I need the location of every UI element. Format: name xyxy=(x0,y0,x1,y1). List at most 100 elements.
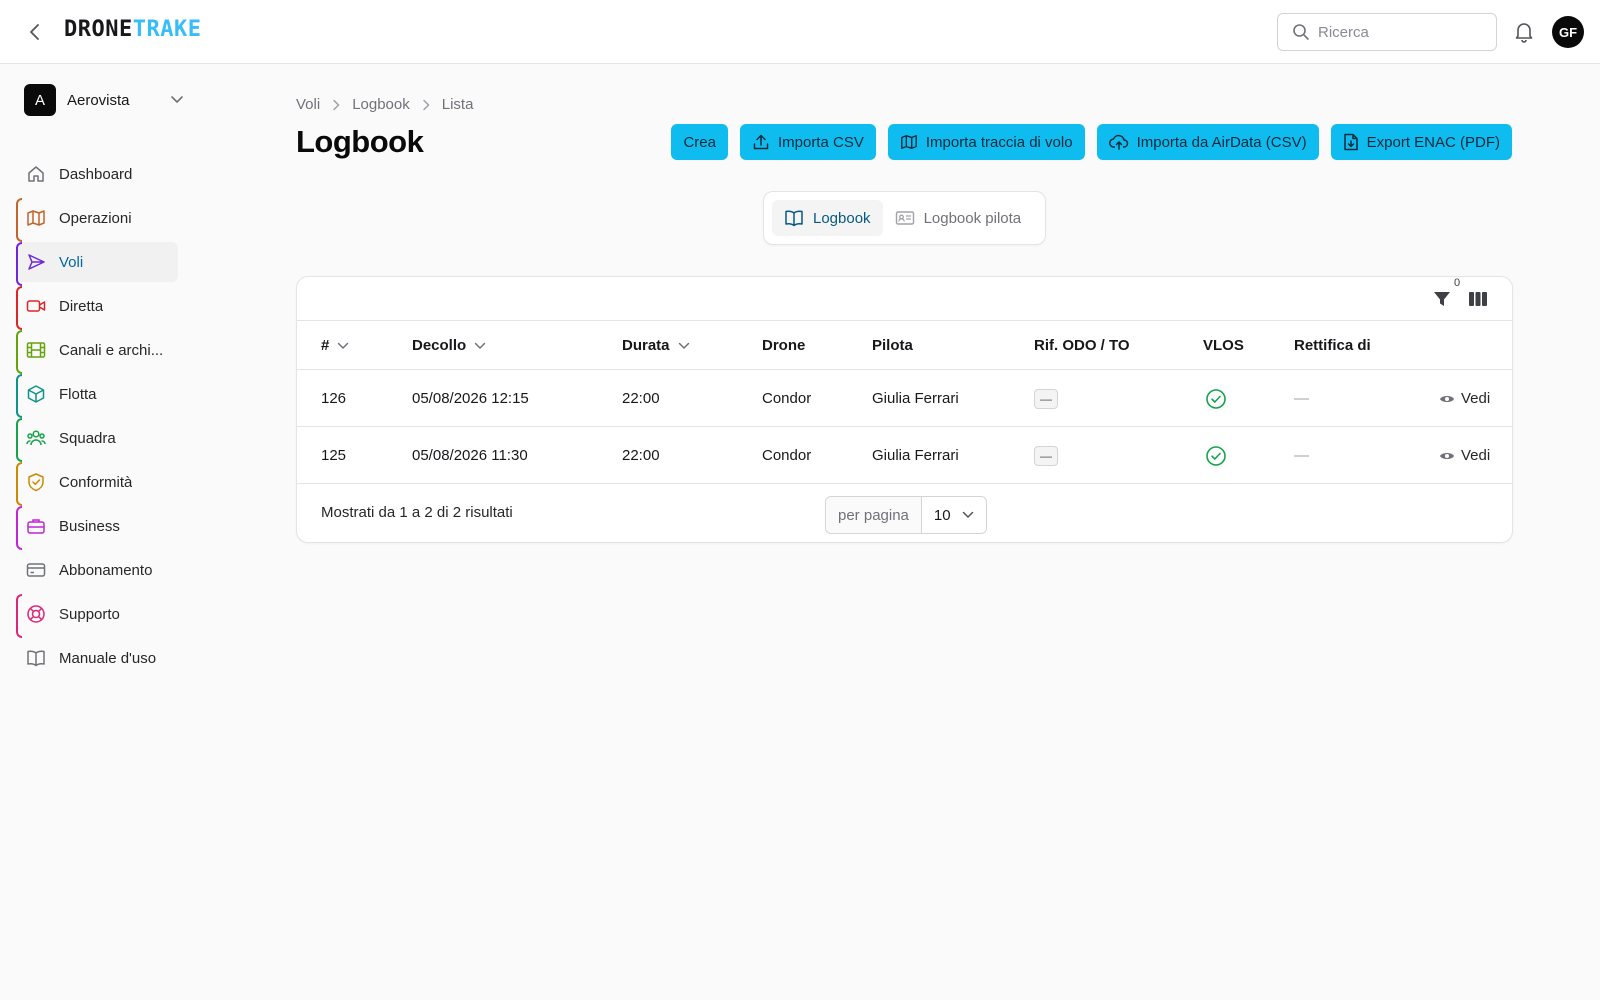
page-actions: Crea Importa CSV Importa traccia di volo… xyxy=(671,124,1512,160)
sidebar-item-label: Dashboard xyxy=(59,165,133,183)
home-icon xyxy=(26,164,46,184)
view-button[interactable]: Vedi xyxy=(1439,390,1490,407)
sidebar-item-label: Business xyxy=(59,517,120,535)
chevron-down-icon xyxy=(962,511,974,519)
column-header-id[interactable]: # xyxy=(321,321,349,370)
search-input[interactable] xyxy=(1318,23,1478,41)
sidebar-item-voli[interactable]: Voli xyxy=(16,242,178,286)
column-header-label: # xyxy=(321,337,330,354)
chevron-right-icon xyxy=(332,99,340,111)
video-icon xyxy=(26,296,46,316)
life-buoy-icon xyxy=(26,604,46,624)
upload-icon xyxy=(753,134,769,150)
sidebar-item-squadra[interactable]: Squadra xyxy=(16,418,178,462)
sidebar-nav: Dashboard Operazioni Voli Diretta Canali… xyxy=(16,154,178,682)
logbook-tabs: Logbook Logbook pilota xyxy=(763,191,1046,245)
breadcrumb-item-lista: Lista xyxy=(441,96,474,113)
sidebar-item-operazioni[interactable]: Operazioni xyxy=(16,198,178,242)
sidebar-item-label: Supporto xyxy=(59,605,120,623)
eye-icon xyxy=(1440,395,1454,402)
chevron-left-icon xyxy=(30,24,39,40)
view-button[interactable]: Vedi xyxy=(1439,447,1490,464)
table-row[interactable]: 125 05/08/2026 11:30 22:00 Condor Giulia… xyxy=(297,427,1512,484)
search-box[interactable] xyxy=(1277,13,1497,51)
column-header-drone: Drone xyxy=(762,337,806,354)
chevron-down-icon xyxy=(171,96,183,103)
view-button-label: Vedi xyxy=(1461,390,1491,407)
book-open-icon xyxy=(785,210,803,227)
id-card-icon xyxy=(895,211,914,225)
page-title: Logbook xyxy=(296,124,424,159)
eye-icon xyxy=(1440,452,1454,459)
chevron-down-icon xyxy=(338,342,349,349)
map-icon xyxy=(900,135,917,149)
film-icon xyxy=(26,340,46,360)
sidebar-item-label: Operazioni xyxy=(59,209,132,227)
columns-button[interactable] xyxy=(1468,287,1488,311)
credit-card-icon xyxy=(26,560,46,580)
sidebar-item-conformita[interactable]: Conformità xyxy=(16,462,178,506)
per-page-value: 10 xyxy=(933,506,951,524)
sidebar-item-canali[interactable]: Canali e archi... xyxy=(16,330,178,374)
sidebar-item-supporto[interactable]: Supporto xyxy=(16,594,178,638)
create-button-label: Crea xyxy=(683,133,716,151)
check-circle-icon xyxy=(1206,445,1226,466)
cell-actions: Vedi xyxy=(1439,427,1490,484)
per-page-label: per pagina xyxy=(826,497,922,533)
column-header-pilota: Pilota xyxy=(872,337,913,354)
file-download-icon xyxy=(1343,133,1358,151)
shield-check-icon xyxy=(26,472,46,492)
cell-takeoff: 05/08/2026 11:30 xyxy=(412,447,528,464)
results-summary: Mostrati da 1 a 2 di 2 risultati xyxy=(321,504,513,521)
cell-id: 126 xyxy=(321,390,347,407)
create-button[interactable]: Crea xyxy=(671,124,728,160)
import-csv-button[interactable]: Importa CSV xyxy=(739,124,876,160)
view-button-label: Vedi xyxy=(1461,447,1491,464)
column-header-decollo[interactable]: Decollo xyxy=(412,321,486,370)
organization-switcher[interactable]: A Aerovista xyxy=(24,84,184,116)
organization-badge: A xyxy=(24,84,56,116)
tab-logbook[interactable]: Logbook xyxy=(772,200,883,236)
sidebar-item-label: Voli xyxy=(59,253,84,271)
sidebar-item-abbonamento[interactable]: Abbonamento xyxy=(16,550,178,590)
top-bar: DRONETRAKE GF xyxy=(0,0,1600,64)
back-button[interactable] xyxy=(24,20,46,44)
cell-rectify: — xyxy=(1294,390,1309,407)
tab-logbook-pilota-label: Logbook pilota xyxy=(923,209,1022,227)
tab-logbook-pilota[interactable]: Logbook pilota xyxy=(883,200,1034,236)
column-header-vlos: VLOS xyxy=(1203,337,1244,354)
import-flight-track-button[interactable]: Importa traccia di volo xyxy=(887,124,1085,160)
filter-icon xyxy=(1434,292,1450,306)
filter-button[interactable] xyxy=(1432,287,1452,311)
user-avatar[interactable]: GF xyxy=(1552,16,1584,48)
app-logo[interactable]: DRONETRAKE xyxy=(64,17,201,42)
logo-text-accent: TRAKE xyxy=(132,17,202,42)
sidebar-item-manuale[interactable]: Manuale d'uso xyxy=(16,638,178,678)
table-footer: Mostrati da 1 a 2 di 2 risultati per pag… xyxy=(297,484,1512,544)
export-enac-button[interactable]: Export ENAC (PDF) xyxy=(1330,124,1512,160)
cell-drone: Condor xyxy=(762,447,812,464)
column-header-durata[interactable]: Durata xyxy=(622,321,690,370)
column-header-label: Decollo xyxy=(412,337,467,354)
filter-count-badge: 0 xyxy=(1454,277,1461,289)
chevron-down-icon xyxy=(678,342,689,349)
briefcase-icon xyxy=(26,516,46,536)
breadcrumb-item-logbook[interactable]: Logbook xyxy=(352,96,410,113)
sidebar-item-label: Flotta xyxy=(59,385,97,403)
table-row[interactable]: 126 05/08/2026 12:15 22:00 Condor Giulia… xyxy=(297,370,1512,427)
book-icon xyxy=(26,648,46,668)
cell-takeoff: 05/08/2026 12:15 xyxy=(412,390,529,407)
per-page-select[interactable]: 10 xyxy=(921,497,986,533)
notifications-button[interactable] xyxy=(1513,20,1535,44)
cell-drone: Condor xyxy=(762,390,812,407)
breadcrumb-item-voli[interactable]: Voli xyxy=(296,96,320,113)
sidebar-item-label: Squadra xyxy=(59,429,116,447)
cell-duration: 22:00 xyxy=(622,447,660,464)
sidebar-item-flotta[interactable]: Flotta xyxy=(16,374,178,418)
bell-icon xyxy=(1515,23,1533,43)
sidebar-item-diretta[interactable]: Diretta xyxy=(16,286,178,330)
table-header: # Decollo Durata Drone Pilota Rif. ODO /… xyxy=(297,321,1512,370)
import-airdata-button[interactable]: Importa da AirData (CSV) xyxy=(1096,124,1319,160)
sidebar-item-business[interactable]: Business xyxy=(16,506,178,550)
sidebar-item-dashboard[interactable]: Dashboard xyxy=(16,154,178,194)
